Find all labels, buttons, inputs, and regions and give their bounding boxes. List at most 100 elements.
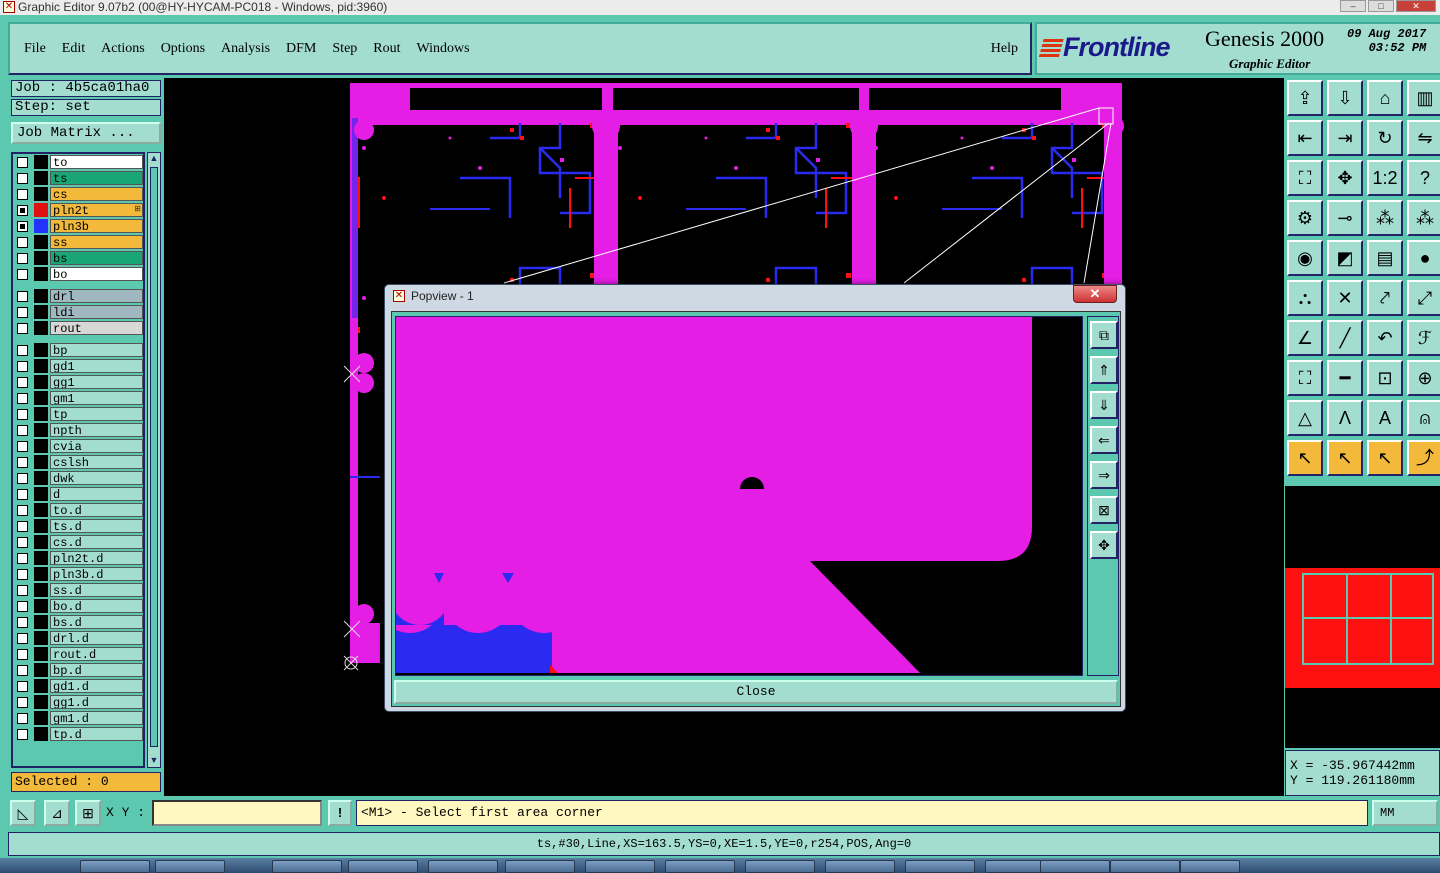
layer-checkbox[interactable] [17, 584, 28, 596]
layer-name[interactable]: drl [50, 289, 143, 303]
layer-row[interactable]: cvia [13, 438, 143, 454]
layer-checkbox[interactable] [17, 204, 28, 216]
resize-icon[interactable]: ⛶ [1287, 360, 1323, 396]
layer-row[interactable]: dwk [13, 470, 143, 486]
layer-color-swatch[interactable] [34, 567, 48, 581]
layer-color-swatch[interactable] [34, 631, 48, 645]
layer-name[interactable]: ss.d [50, 583, 143, 597]
open-step-icon[interactable]: ⇪ [1287, 80, 1323, 116]
pan-left-icon[interactable]: ⇤ [1287, 120, 1323, 156]
layer-color-swatch[interactable] [34, 551, 48, 565]
cross-icon[interactable]: ✕ [1327, 280, 1363, 316]
layer-name[interactable]: bs.d [50, 615, 143, 629]
layer-row[interactable]: gd1.d [13, 678, 143, 694]
layer-checkbox[interactable] [17, 290, 28, 302]
layer-row[interactable]: ts [13, 170, 143, 186]
layer-name[interactable]: npth [50, 423, 143, 437]
layer-checkbox[interactable] [17, 392, 28, 404]
layer-color-swatch[interactable] [34, 471, 48, 485]
layer-row[interactable]: d [13, 486, 143, 502]
taskbar-item[interactable] [745, 860, 815, 873]
zoom-window-icon[interactable]: ⧉ [1090, 321, 1118, 349]
layer-color-swatch[interactable] [34, 171, 48, 185]
select-all-icon[interactable]: ⁂ [1407, 200, 1440, 236]
layer-color-swatch[interactable] [34, 305, 48, 319]
layer-color-swatch[interactable] [34, 679, 48, 693]
pointer-edit-icon[interactable]: ↖ [1327, 440, 1363, 476]
panel-icon[interactable]: ▥ [1407, 80, 1440, 116]
layer-color-swatch[interactable] [34, 219, 48, 233]
popview-zoom-view[interactable] [396, 317, 1083, 676]
pan-down-icon[interactable]: ⇓ [1090, 391, 1118, 419]
menu-options[interactable]: Options [153, 41, 213, 57]
layer-name[interactable]: tp.d [50, 727, 143, 741]
route-icon[interactable]: ⤴ [1407, 440, 1440, 476]
layer-checkbox[interactable] [17, 616, 28, 628]
layer-name[interactable]: d [50, 487, 143, 501]
layer-name[interactable]: gg1.d [50, 695, 143, 709]
units-select[interactable]: MM [1372, 800, 1438, 826]
layer-row[interactable]: pln3b.d [13, 566, 143, 582]
layer-color-swatch[interactable] [34, 455, 48, 469]
layer-name[interactable]: tp [50, 407, 143, 421]
layer-row[interactable]: ss.d [13, 582, 143, 598]
connect-icon[interactable]: ⛬ [1287, 280, 1323, 316]
menu-dfm[interactable]: DFM [278, 41, 324, 57]
layer-color-swatch[interactable] [34, 439, 48, 453]
layer-name[interactable]: to [50, 155, 143, 169]
layer-name[interactable]: rout [50, 321, 143, 335]
layer-color-swatch[interactable] [34, 519, 48, 533]
layer-row[interactable]: pln2t ⊞ [13, 202, 143, 218]
layer-color-swatch[interactable] [34, 289, 48, 303]
layer-color-swatch[interactable] [34, 391, 48, 405]
pointer-icon[interactable]: ↖ [1287, 440, 1323, 476]
layer-checkbox[interactable] [17, 408, 28, 420]
layer-row[interactable]: gm1.d [13, 710, 143, 726]
pan-up-icon[interactable]: ⇑ [1090, 356, 1118, 384]
layer-row[interactable]: cs.d [13, 534, 143, 550]
triangle-icon[interactable]: △ [1287, 400, 1323, 436]
overview-panel[interactable] [1285, 486, 1440, 748]
layer-scrollbar[interactable]: ▲ ▼ [147, 152, 161, 768]
layer-checkbox[interactable] [17, 568, 28, 580]
layer-checkbox[interactable] [17, 536, 28, 548]
minimize-button[interactable]: – [1340, 0, 1366, 12]
layer-color-swatch[interactable] [34, 503, 48, 517]
layer-checkbox[interactable] [17, 252, 28, 264]
popview-close-button[interactable]: Close [394, 680, 1118, 704]
layer-row[interactable]: rout [13, 320, 143, 336]
move-icon[interactable]: ⤤ [1367, 280, 1403, 316]
xy-input[interactable] [152, 800, 322, 826]
menu-actions[interactable]: Actions [93, 41, 153, 57]
layer-name[interactable]: bo [50, 267, 143, 281]
layer-row[interactable]: bs.d [13, 614, 143, 630]
menu-help[interactable]: Help [991, 41, 1018, 57]
layer-color-swatch[interactable] [34, 615, 48, 629]
layer-color-swatch[interactable] [34, 343, 48, 357]
layer-checkbox[interactable] [17, 632, 28, 644]
layer-color-swatch[interactable] [34, 727, 48, 741]
layer-color-swatch[interactable] [34, 487, 48, 501]
text-icon[interactable]: ℱ [1407, 320, 1440, 356]
layer-name[interactable]: dwk [50, 471, 143, 485]
layer-color-swatch[interactable] [34, 647, 48, 661]
pan-right-icon[interactable]: ⇒ [1090, 461, 1118, 489]
layer-checkbox[interactable] [17, 472, 28, 484]
layer-checkbox[interactable] [17, 520, 28, 532]
layer-checkbox[interactable] [17, 306, 28, 318]
layer-row[interactable]: ss [13, 234, 143, 250]
scroll-thumb[interactable] [150, 167, 158, 747]
layer-checkbox[interactable] [17, 680, 28, 692]
layer-checkbox[interactable] [17, 696, 28, 708]
taskbar-item[interactable] [905, 860, 975, 873]
surface-icon[interactable]: ⊡ [1367, 360, 1403, 396]
angle-icon[interactable]: ∠ [1287, 320, 1323, 356]
layer-color-swatch[interactable] [34, 187, 48, 201]
layer-checkbox[interactable] [17, 322, 28, 334]
layer-color-swatch[interactable] [34, 695, 48, 709]
pointer-move-icon[interactable]: ↖ [1367, 440, 1403, 476]
layer-color-swatch[interactable] [34, 583, 48, 597]
polygon-icon[interactable]: Λ [1327, 400, 1363, 436]
layer-name[interactable]: ldi [50, 305, 143, 319]
taskbar-item[interactable] [665, 860, 735, 873]
